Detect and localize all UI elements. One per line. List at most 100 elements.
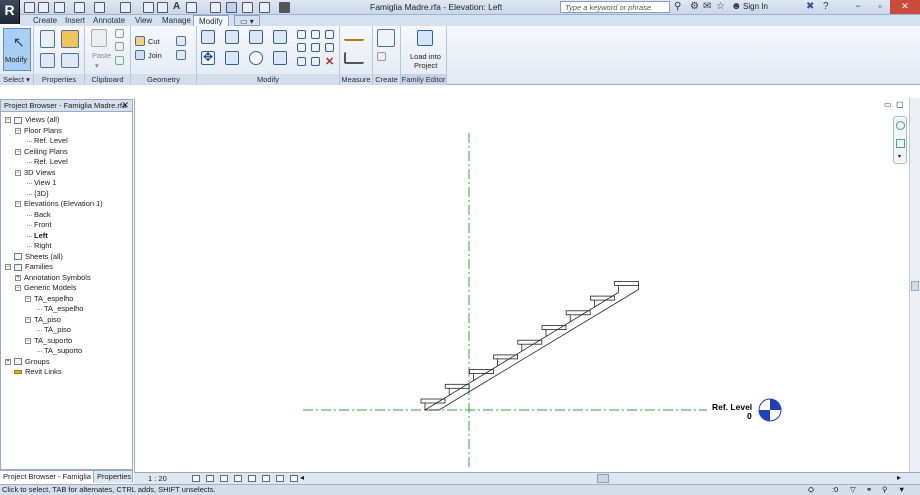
tree-item[interactable]: Right [34,241,52,251]
tab-view[interactable]: View [130,15,157,26]
subscription-icon[interactable]: ⚙ [690,1,699,12]
horizontal-scroll-thumb[interactable] [597,474,609,483]
trim-single-icon[interactable] [297,57,306,66]
tree-item[interactable]: Ref. Level [34,157,68,167]
show-crop-icon[interactable] [262,475,270,482]
cut-label[interactable]: Cut [148,37,160,46]
type-properties-icon[interactable] [61,53,79,68]
tree-item[interactable]: Floor Plans [24,126,62,136]
user-icon[interactable]: ☻ [731,1,742,12]
join-geometry-icon[interactable] [135,50,145,60]
open-icon[interactable] [24,2,35,13]
tree-expander-icon[interactable]: − [25,316,31,323]
tree-item[interactable]: Generic Models [24,283,77,293]
tab-properties[interactable]: Properties [94,471,133,483]
tree-expander-icon[interactable]: − [5,117,11,123]
delete-icon[interactable]: ✕ [325,55,334,68]
mirror-draw-icon[interactable] [273,30,287,44]
cut-small-icon[interactable] [115,42,124,51]
visual-style-icon[interactable] [206,475,214,482]
sync-icon[interactable] [54,2,65,13]
modify-select-button[interactable]: ↖ Modify [3,28,31,71]
nav-menu-icon[interactable]: ▾ [898,153,901,160]
tree-expander-icon[interactable]: − [15,148,21,155]
split-gap-icon[interactable] [311,30,320,39]
pin-icon[interactable] [325,30,334,39]
trim-multiple-icon[interactable] [311,57,320,66]
dimension-qat-icon[interactable] [143,2,154,13]
switch-windows-icon[interactable] [259,2,270,13]
tree-item[interactable]: View 1 [34,178,56,188]
favorites-icon[interactable]: ☆ [716,1,725,12]
tree-expander-icon[interactable]: − [25,337,31,344]
create-group-icon[interactable] [377,52,386,61]
crop-view-icon[interactable] [248,475,256,482]
tree-item[interactable]: TA_piso [34,315,61,325]
maximize-view-icon[interactable]: ▢ [896,100,904,109]
close-window-button[interactable]: ✕ [890,0,920,14]
view-scale[interactable]: 1 : 20 [148,474,167,483]
temporary-hide-icon[interactable] [276,475,284,482]
detail-level-icon[interactable] [192,475,200,482]
measure-qat-icon[interactable] [120,2,131,13]
tree-item[interactable]: Families [25,262,53,272]
tree-item[interactable]: Annotation Symbols [24,273,91,283]
zoom-region-icon[interactable] [896,139,905,148]
scale-icon[interactable] [311,43,320,52]
tree-item[interactable]: Views (all) [25,115,59,125]
undo-icon[interactable] [74,2,85,13]
redo-icon[interactable] [94,2,105,13]
tree-item[interactable]: Back [34,210,51,220]
tree-expander-icon[interactable]: − [5,264,11,270]
tree-expander-icon[interactable]: + [5,358,11,365]
select-links-icon[interactable]: ⚭ [866,485,872,495]
tree-item[interactable]: Revit Links [25,367,62,377]
family-category-icon[interactable] [61,30,79,48]
steering-wheel-icon[interactable] [896,121,905,130]
tree-item[interactable]: Front [34,220,52,230]
cut-geometry-icon[interactable] [135,36,145,46]
split-element-icon[interactable] [297,30,306,39]
tab-annotate[interactable]: Annotate [88,15,130,26]
panel-label-select[interactable]: Select ▾ [0,74,33,85]
tree-expander-icon[interactable]: − [15,201,21,207]
application-menu-button[interactable]: R [0,0,20,24]
close-hidden-icon[interactable] [242,2,253,13]
sun-path-icon[interactable] [220,475,228,482]
tree-item[interactable]: TA_suporto [44,346,82,356]
binoculars-icon[interactable]: ⚲ [674,1,681,12]
tab-create[interactable]: Create [28,15,62,26]
selection-filter-icon[interactable]: ▼ [898,485,905,495]
save-icon[interactable] [38,2,49,13]
paint-icon[interactable] [176,50,186,60]
vertical-scrollbar[interactable] [909,98,920,472]
exchange-icon[interactable]: ✖ [806,1,814,12]
restore-view-icon[interactable]: ▭ [884,100,892,109]
create-similar-icon[interactable] [377,29,395,47]
rotate-icon[interactable] [249,51,263,65]
tag-qat-icon[interactable] [157,2,168,13]
sign-in-link[interactable]: Sign In [743,2,768,11]
tree-item[interactable]: Groups [25,357,50,367]
array-icon[interactable] [297,43,306,52]
load-into-project-button[interactable]: Load into Project [403,27,445,72]
move-icon[interactable]: ✥ [201,50,215,65]
family-types-icon[interactable] [40,30,55,48]
tree-item[interactable]: {3D} [34,189,49,199]
tree-expander-icon[interactable]: − [15,285,21,291]
tab-project-browser[interactable]: Project Browser - Famiglia M... [0,471,94,483]
search-input[interactable]: Type a keyword or phrase [560,1,670,13]
vertical-scroll-thumb[interactable] [911,281,919,291]
scroll-right-icon[interactable]: ▸ [897,473,901,482]
tree-item[interactable]: TA_espelho [44,304,83,314]
navigation-bar[interactable]: ▾ [893,116,907,164]
help-icon[interactable]: ? [823,1,829,12]
unpin-icon[interactable] [325,43,334,52]
measure-icon[interactable] [344,31,364,41]
worksets-icon[interactable]: ⛭ [808,485,814,495]
properties-icon[interactable] [40,53,55,68]
shadows-icon[interactable] [234,475,242,482]
trim-extend-icon[interactable] [273,51,287,65]
tree-item[interactable]: Ref. Level [34,136,68,146]
thin-lines-icon[interactable] [226,2,237,13]
